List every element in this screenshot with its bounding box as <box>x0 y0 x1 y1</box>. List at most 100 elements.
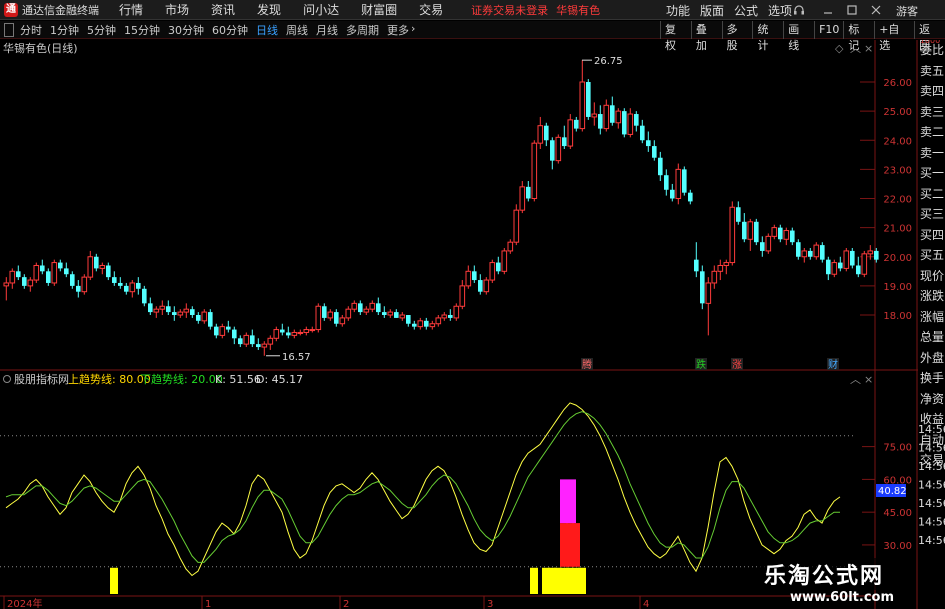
candle-body <box>327 311 334 319</box>
candle-body <box>729 206 736 264</box>
menu-function[interactable]: 功能 <box>666 2 690 19</box>
period-tab-more[interactable]: 更多 <box>387 22 409 38</box>
close-pane-icon[interactable]: × <box>864 373 873 386</box>
side-item[interactable]: 换手 <box>918 368 945 389</box>
indicator-name[interactable]: 股朋指标网 <box>14 372 69 386</box>
candle-body <box>219 326 226 336</box>
period-tabs: 分时 1分钟 5分钟 15分钟 30分钟 60分钟 日线 周线 月线 多周期 更… <box>20 22 423 38</box>
candle-body <box>688 192 693 202</box>
price-tick-label: 19.00 <box>883 282 912 293</box>
minimize-icon[interactable] <box>822 0 834 20</box>
period-tab[interactable]: 月线 <box>316 22 338 38</box>
candle-body <box>250 335 255 345</box>
menu-options[interactable]: 选项 <box>768 2 792 19</box>
side-item[interactable]: 外盘 <box>918 348 945 369</box>
chevron-right-icon[interactable]: › <box>411 22 415 38</box>
login-alert[interactable]: 证券交易未登录 <box>471 2 548 18</box>
event-mark: 涨 <box>732 359 742 371</box>
period-tab[interactable]: 分时 <box>20 22 42 38</box>
side-item[interactable]: 自动 <box>918 430 945 451</box>
side-item[interactable]: 卖五 <box>918 61 945 82</box>
menu-ask[interactable]: 问小达 <box>303 1 339 18</box>
back-button[interactable]: 返回 <box>914 21 945 52</box>
multi-stock-button[interactable]: 多股 <box>721 21 753 52</box>
close-pane-icon[interactable]: × <box>864 42 873 55</box>
side-item[interactable]: 卖三 <box>918 102 945 123</box>
period-tab[interactable]: 1分钟 <box>50 22 79 38</box>
period-tab[interactable]: 30分钟 <box>168 22 204 38</box>
side-item[interactable]: 涨跌 <box>918 286 945 307</box>
price-tick-label: 23.00 <box>883 165 912 176</box>
maximize-icon[interactable] <box>846 0 858 20</box>
menu-quotes[interactable]: 行情 <box>119 1 143 18</box>
menu-news[interactable]: 资讯 <box>211 1 235 18</box>
statistics-button[interactable]: 统计 <box>752 21 783 52</box>
draw-line-button[interactable]: 画线 <box>783 21 814 52</box>
candle-body <box>747 221 754 240</box>
menu-discover[interactable]: 发现 <box>257 1 281 18</box>
chevron-up-icon[interactable]: ︿ <box>850 42 861 55</box>
chevron-up-icon[interactable]: ︿ <box>850 373 861 386</box>
side-item[interactable]: 委比 <box>918 40 945 61</box>
candle-body <box>112 277 117 283</box>
guest-user[interactable]: 游客 <box>896 3 918 19</box>
candle-body <box>736 207 741 222</box>
headset-icon[interactable] <box>793 0 805 20</box>
candle-body <box>838 262 843 269</box>
candle-body <box>448 315 453 318</box>
side-item[interactable]: 涨幅 <box>918 307 945 328</box>
candle-body <box>478 280 483 292</box>
add-watchlist-button[interactable]: +自选 <box>874 21 914 52</box>
candle-body <box>399 314 406 319</box>
kline-chart[interactable]: 华锡有色(日线) ◇ ︿ × 1000 26.0025.0024.0023.00… <box>0 40 945 609</box>
menu-layout[interactable]: 版面 <box>700 2 724 19</box>
side-item[interactable]: 买一 <box>918 163 945 184</box>
candle-body <box>322 306 327 318</box>
indicator-settings-icon[interactable] <box>3 375 11 383</box>
menu-trade[interactable]: 交易 <box>419 1 443 18</box>
chevron-left-icon[interactable]: ◇ <box>835 42 844 55</box>
mark-button[interactable]: 标记 <box>843 21 874 52</box>
menu-wealth[interactable]: 财富圈 <box>361 1 397 18</box>
candle-body <box>717 264 724 272</box>
candle-body <box>778 227 783 240</box>
side-item[interactable]: 收益 <box>918 409 945 430</box>
side-item[interactable]: 现价 <box>918 266 945 287</box>
side-item[interactable]: 卖四 <box>918 81 945 102</box>
candle-body <box>652 146 657 158</box>
side-item[interactable]: 买五 <box>918 245 945 266</box>
menu-market[interactable]: 市场 <box>165 1 189 18</box>
period-tab[interactable]: 15分钟 <box>124 22 160 38</box>
candle-body <box>579 81 586 130</box>
period-tab[interactable]: 多周期 <box>346 22 379 38</box>
period-tab[interactable]: 60分钟 <box>212 22 248 38</box>
side-item[interactable]: 卖二 <box>918 122 945 143</box>
restore-rights-button[interactable]: 复权 <box>660 21 691 52</box>
time-tick-label: 14:56 <box>918 516 945 529</box>
side-item[interactable]: 卖一 <box>918 143 945 164</box>
sidebar-toggle-icon[interactable] <box>4 22 14 37</box>
candle-body <box>610 105 615 123</box>
side-item[interactable]: 净资 <box>918 389 945 410</box>
side-item[interactable]: 买三 <box>918 204 945 225</box>
candle-body <box>843 250 850 269</box>
side-item[interactable]: 买二 <box>918 184 945 205</box>
up-trend-label: 上趋势线: 80.00 <box>68 372 151 386</box>
candle-body <box>81 276 88 293</box>
f10-button[interactable]: F10 <box>814 21 843 39</box>
period-tab[interactable]: 5分钟 <box>87 22 116 38</box>
menu-formula[interactable]: 公式 <box>734 2 758 19</box>
candle-body <box>723 262 730 266</box>
side-item[interactable]: 总量 <box>918 327 945 348</box>
close-icon[interactable] <box>870 0 882 20</box>
side-item[interactable]: 交易 <box>918 450 945 471</box>
main-chart-controls: ◇ ︿ × <box>835 42 873 55</box>
current-value: 40.82 <box>878 486 907 497</box>
candle-body <box>46 271 51 283</box>
period-tab[interactable]: 日线 <box>256 22 278 38</box>
candle-body <box>358 303 363 313</box>
overlay-button[interactable]: 叠加 <box>690 21 722 52</box>
period-tab[interactable]: 周线 <box>286 22 308 38</box>
candle-body <box>334 312 339 324</box>
side-item[interactable]: 买四 <box>918 225 945 246</box>
